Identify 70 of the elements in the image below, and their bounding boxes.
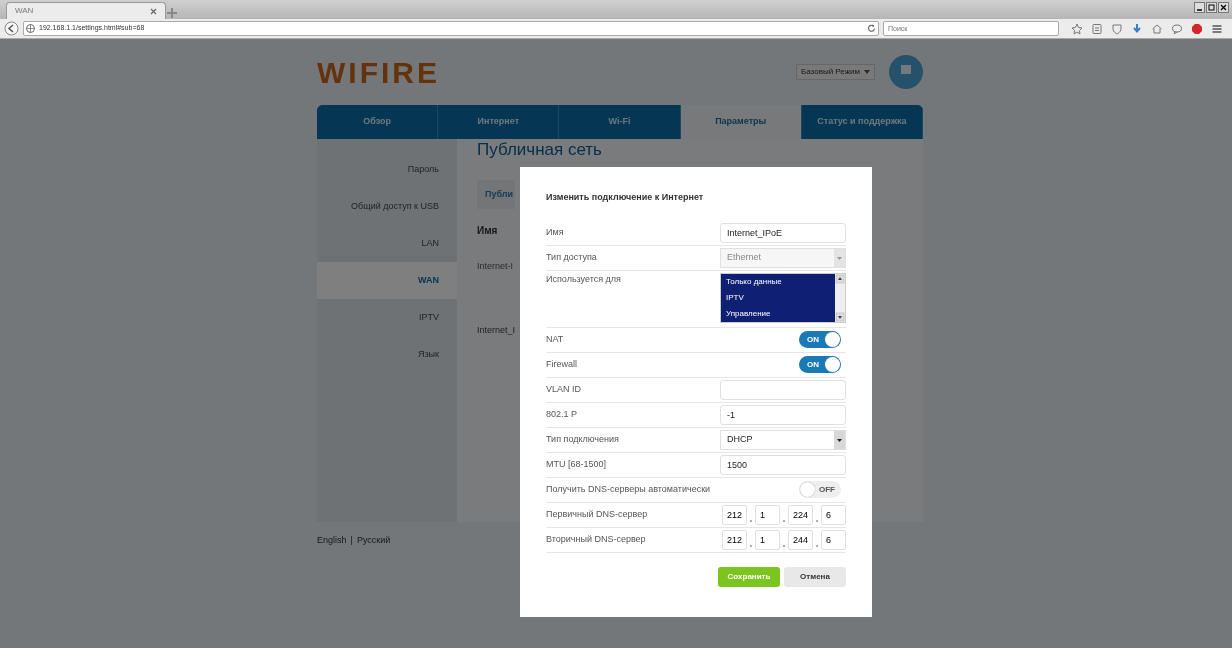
text-field[interactable]: Internet_IPoE	[720, 222, 846, 243]
star-icon[interactable]	[1071, 22, 1083, 35]
nav-tab[interactable]: Параметры	[680, 105, 802, 139]
clipboard-icon[interactable]	[1091, 22, 1103, 35]
field-label: MTU [68-1500]	[546, 457, 607, 471]
connection-name: Internet_I	[477, 323, 516, 337]
page-title: Публичная сеть	[477, 141, 602, 160]
field-label: Вторичный DNS-сервер	[546, 532, 646, 546]
language-link[interactable]: Русский	[356, 535, 391, 545]
tab-title: WAN	[15, 5, 34, 17]
nav-tab[interactable]: Обзор	[317, 105, 439, 139]
ip-octet-field[interactable]: 212	[722, 504, 747, 525]
field-label: NAT	[546, 332, 564, 346]
field-label: Используется для	[546, 272, 621, 286]
separator-text: |	[350, 535, 353, 545]
sidebar-item[interactable]: Общий доступ к USB	[317, 188, 457, 225]
new-tab-icon[interactable]	[166, 7, 178, 19]
chat-icon[interactable]	[1171, 22, 1183, 35]
ip-octet-field[interactable]: 1	[755, 529, 780, 550]
listbox-option[interactable]: Только данные	[721, 273, 835, 290]
field-label: VLAN ID	[546, 382, 581, 396]
toggle-switch[interactable]: OFF	[799, 481, 841, 498]
select-field[interactable]: DHCP	[720, 429, 846, 450]
sidebar-item[interactable]: Язык	[317, 336, 457, 373]
logo: WIFIRE	[317, 54, 440, 91]
text-field[interactable]: -1	[720, 404, 846, 425]
browser-tab[interactable]: WAN	[6, 2, 166, 19]
sidebar-item[interactable]: Пароль	[317, 151, 457, 188]
home-icon[interactable]	[1151, 22, 1163, 35]
scrollbar-drawing[interactable]	[835, 273, 845, 322]
toggle-switch[interactable]: ON	[799, 356, 841, 373]
text-field[interactable]	[720, 379, 846, 400]
ip-octet-field[interactable]: 224	[788, 504, 813, 525]
field-label: Имя	[546, 225, 564, 239]
ip-octet-field[interactable]: 6	[821, 504, 846, 525]
close-icon[interactable]	[1218, 2, 1229, 13]
sidebar-item[interactable]: LAN	[317, 225, 457, 262]
field-label: Тип доступа	[546, 250, 597, 264]
language-link[interactable]: English	[317, 535, 347, 545]
user-avatar[interactable]	[889, 55, 923, 89]
cancel-button[interactable]: Отмена	[784, 566, 846, 587]
caret-icon	[864, 70, 870, 74]
minimize-icon[interactable]	[1194, 2, 1205, 13]
stop-sign-icon[interactable]	[1191, 22, 1203, 35]
sidebar-item[interactable]: WAN	[317, 262, 457, 299]
connection-name: Internet-I	[477, 260, 514, 274]
field-label: Первичный DNS-сервер	[546, 507, 648, 521]
field-label: Firewall	[546, 357, 577, 371]
menu-icon[interactable]	[1211, 22, 1223, 35]
ip-octet-field[interactable]: 212	[722, 529, 747, 550]
field-label: Тип подключения	[546, 432, 619, 446]
ip-octet-field[interactable]: 244	[788, 529, 813, 550]
shield-icon[interactable]	[1111, 22, 1123, 35]
field-label: 802.1 P	[546, 407, 578, 421]
back-icon[interactable]	[4, 21, 19, 36]
ip-octet-field[interactable]: 1	[755, 504, 780, 525]
mode-select[interactable]: Базовый Режим	[796, 64, 875, 80]
ip-octet-field[interactable]: 6	[821, 529, 846, 550]
section-tab[interactable]: Публи	[477, 179, 516, 210]
column-header: Имя	[477, 224, 498, 239]
field-label: Получить DNS-серверы автоматически	[546, 482, 711, 496]
listbox[interactable]: Только данные IPTV Управление	[720, 272, 846, 323]
reload-icon[interactable]	[867, 24, 876, 33]
text-field[interactable]: 1500	[720, 454, 846, 475]
maximize-icon[interactable]	[1206, 2, 1217, 13]
download-icon[interactable]	[1131, 22, 1143, 35]
dialog-title: Изменить подключение к Интернет	[546, 191, 705, 204]
sidebar-item[interactable]: IPTV	[317, 299, 457, 336]
toggle-switch[interactable]: ON	[799, 331, 841, 348]
globe-icon	[26, 24, 35, 33]
